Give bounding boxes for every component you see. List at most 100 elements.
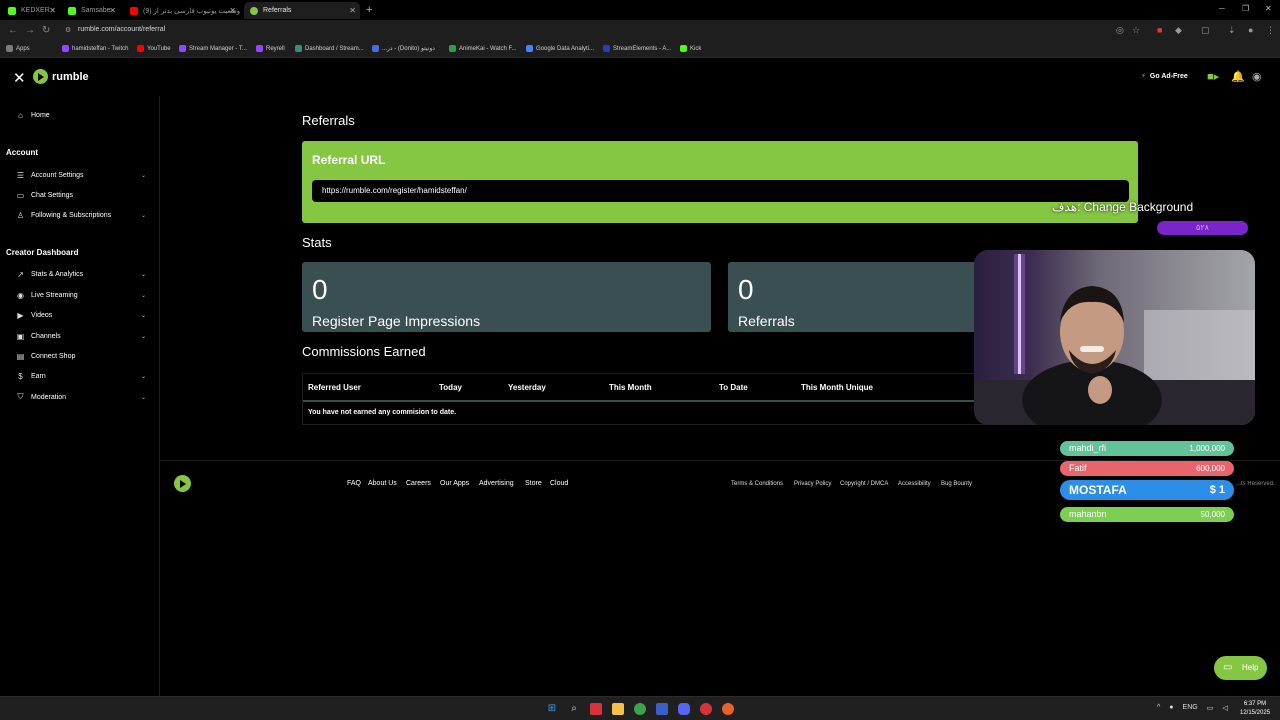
volume-icon[interactable]: ◁ — [1222, 704, 1227, 712]
footer-legal-link[interactable]: Copyright / DMCA — [840, 481, 888, 487]
sidebar-item-stats[interactable]: ↗ Stats & Analytics ⌄ — [16, 267, 146, 281]
file-explorer-icon[interactable] — [612, 703, 624, 715]
settings-sliders-icon: ☰ — [16, 170, 25, 180]
reload-icon[interactable]: ↻ — [42, 25, 50, 36]
close-window-icon[interactable]: ✕ — [1265, 4, 1272, 13]
footer-legal-link[interactable]: Bug Bounty — [941, 481, 972, 487]
app-icon[interactable] — [700, 703, 712, 715]
bookmark-item[interactable]: AnimeKai - Watch F... — [449, 45, 516, 52]
browser-tab[interactable]: KEDXER ✕ — [2, 2, 60, 19]
footer-link[interactable]: About Us — [368, 480, 397, 487]
chrome-icon[interactable] — [634, 703, 646, 715]
footer-legal-link[interactable]: Accessibility — [898, 481, 931, 487]
bookmark-item[interactable]: Stream Manager - T... — [179, 45, 247, 52]
bookmark-item[interactable]: hamidsteffan - Twitch — [62, 45, 128, 52]
windows-start-icon[interactable]: ⊞ — [546, 703, 558, 715]
bookmark-item[interactable]: ...در - (Donito) دونیتو — [372, 45, 435, 52]
footer-link[interactable]: Careers — [406, 480, 431, 487]
restore-icon[interactable]: ❐ — [1242, 4, 1249, 13]
discord-icon[interactable] — [678, 703, 690, 715]
sidebar-item-moderation[interactable]: ⛉ Moderation ⌄ — [16, 390, 147, 404]
sidebar-item-videos[interactable]: ▶ Videos ⌄ — [16, 308, 146, 322]
goal-amount: ۵۲۸ — [1196, 223, 1209, 232]
bookmark-item[interactable]: Reyrell — [256, 45, 285, 52]
browser-tab[interactable]: Samsabe ✕ — [62, 2, 120, 19]
close-icon[interactable]: ✕ — [49, 6, 56, 15]
sidebar-item-account-settings[interactable]: ☰ Account Settings ⌄ — [16, 168, 146, 182]
video-icon: ▶ — [17, 310, 24, 320]
google-icon — [526, 45, 533, 52]
chevron-down-icon: ⌄ — [140, 394, 146, 401]
footer-link[interactable]: Advertising — [479, 480, 514, 487]
browser-tab-active[interactable]: Referrals ✕ — [244, 2, 360, 19]
referral-url-field[interactable]: https://rumble.com/register/hamidsteffan… — [312, 180, 1129, 202]
new-tab-button[interactable]: + — [366, 4, 372, 16]
microphone-icon[interactable]: ● — [1169, 704, 1173, 712]
eye-off-icon[interactable]: ◎ — [1116, 25, 1124, 36]
close-menu-icon[interactable]: ✕ — [13, 69, 26, 87]
upload-video-icon[interactable]: ■▸ — [1207, 70, 1219, 83]
bookmark-item[interactable]: Apps — [6, 45, 30, 52]
sidebar-item-earn[interactable]: $ Earn ⌄ — [16, 369, 146, 383]
footer-link[interactable]: Cloud — [550, 480, 568, 487]
streamelements-icon — [603, 45, 610, 52]
stat-card-impressions: 0 Register Page Impressions — [302, 262, 711, 332]
app-icon[interactable] — [656, 703, 668, 715]
system-clock[interactable]: 6:37 PM 12/15/2025 — [1240, 700, 1270, 718]
stat-label: Register Page Impressions — [312, 313, 481, 329]
close-icon[interactable]: ✕ — [229, 6, 236, 15]
twitch-icon — [179, 45, 186, 52]
menu-icon[interactable]: ⋮ — [1266, 25, 1275, 36]
profile-icon[interactable]: ● — [1248, 25, 1253, 35]
bookmark-item[interactable]: StreamElements - A... — [603, 45, 671, 52]
extensions-icon[interactable]: ◆ — [1175, 25, 1182, 36]
downloads-icon[interactable]: ⇣ — [1228, 25, 1236, 36]
footer-rumble-logo-icon[interactable] — [174, 475, 191, 492]
app-icon[interactable] — [722, 703, 734, 715]
network-icon[interactable]: ▭ — [1207, 704, 1214, 712]
back-icon[interactable]: ← — [8, 25, 18, 36]
sidebar-item-connect-shop[interactable]: ▤ Connect Shop — [16, 349, 146, 363]
close-icon[interactable]: ✕ — [349, 6, 356, 15]
close-icon[interactable]: ✕ — [109, 6, 116, 15]
donation-goal-bar: ۵۲۸ — [1157, 221, 1248, 235]
sidebar-item-home[interactable]: ⌂ Home — [16, 108, 146, 122]
chat-bubble-icon: ▭ — [1223, 662, 1233, 673]
go-ad-free-button[interactable]: ⚡ Go Ad-Free — [1141, 72, 1188, 81]
footer-legal-link[interactable]: Privacy Policy — [794, 481, 831, 487]
help-button[interactable]: ▭ Help — [1214, 656, 1267, 680]
footer-link[interactable]: Our Apps — [440, 480, 469, 487]
sidebar: ⌂ Home Account ☰ Account Settings ⌄ ▭ Ch… — [0, 96, 160, 696]
sidebar-item-chat-settings[interactable]: ▭ Chat Settings — [16, 188, 146, 202]
bookmark-item[interactable]: Google Data Analyti... — [526, 45, 594, 52]
bookmark-item[interactable]: YouTube — [137, 45, 171, 52]
bookmark-star-icon[interactable]: ☆ — [1132, 25, 1140, 36]
bookmark-item[interactable]: Kick — [680, 45, 701, 52]
sidebar-item-live-streaming[interactable]: ◉ Live Streaming ⌄ — [16, 288, 146, 302]
sidebar-item-channels[interactable]: ▣ Channels ⌄ — [16, 329, 146, 343]
tray-chevron-icon[interactable]: ^ — [1157, 704, 1160, 712]
forward-icon[interactable]: → — [25, 25, 35, 36]
site-info-icon[interactable]: ⚙ — [65, 26, 71, 34]
sidebar-item-following[interactable]: ♙ Following & Subscriptions ⌄ — [16, 208, 146, 222]
user-avatar-icon[interactable]: ◉ — [1252, 70, 1262, 83]
minimize-icon[interactable]: ─ — [1219, 4, 1225, 13]
footer-link[interactable]: Store — [525, 480, 542, 487]
language-indicator[interactable]: ENG — [1183, 704, 1198, 712]
tab-title: وضعیت یوتیوب فارسی بدتر از (9) — [143, 7, 240, 15]
search-icon[interactable]: ⌕ — [568, 703, 580, 715]
sidebar-toggle-icon[interactable]: ▢ — [1201, 25, 1210, 36]
notifications-bell-icon[interactable]: 🔔 — [1231, 70, 1245, 83]
browser-tab[interactable]: وضعیت یوتیوب فارسی بدتر از (9) ✕ — [124, 2, 240, 19]
referral-url-value: https://rumble.com/register/hamidsteffan… — [322, 186, 467, 195]
dollar-icon: $ — [18, 371, 23, 381]
logo-text: rumble — [52, 70, 89, 83]
address-bar[interactable]: ⚙ rumble.com/account/referral — [60, 23, 1190, 39]
rumble-logo[interactable]: rumble — [33, 69, 89, 84]
table-divider — [303, 400, 1001, 402]
pdf-extension-icon[interactable]: ■ — [1157, 25, 1162, 35]
footer-link[interactable]: FAQ — [347, 480, 361, 487]
bookmark-item[interactable]: Dashboard / Stream... — [295, 45, 364, 52]
footer-legal-link[interactable]: Terms & Conditions — [731, 481, 783, 487]
app-icon[interactable] — [590, 703, 602, 715]
